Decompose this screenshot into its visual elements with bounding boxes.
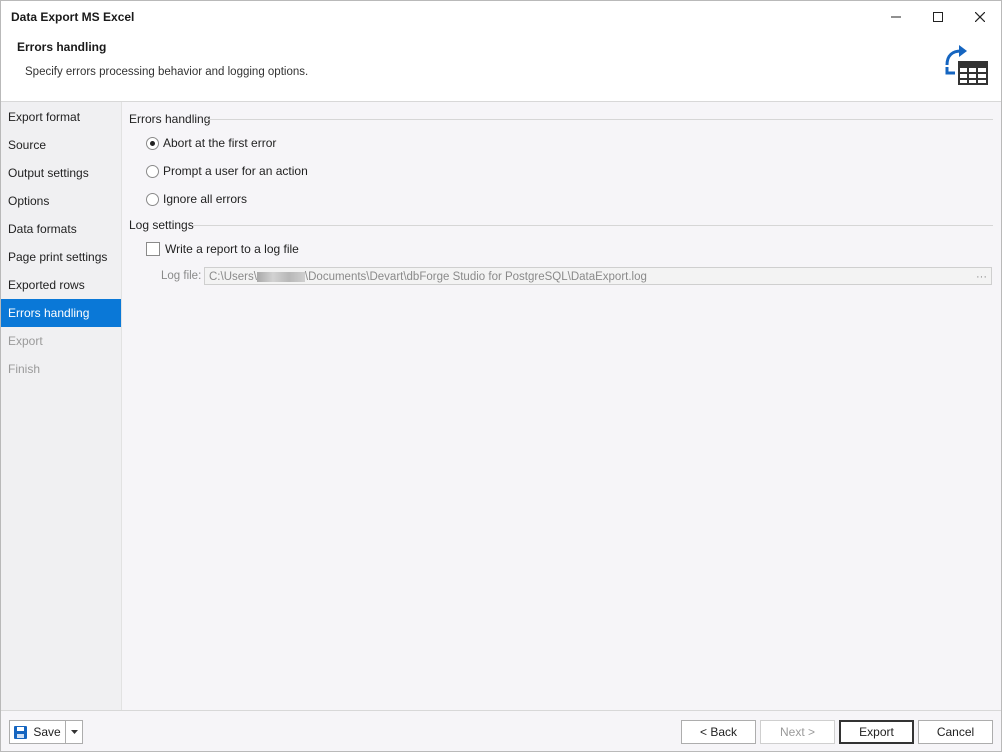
sidebar-item-exported-rows[interactable]: Exported rows — [1, 271, 121, 299]
next-button: Next > — [760, 720, 835, 744]
sidebar-item-finish: Finish — [8, 362, 41, 376]
export-wizard-window: Data Export MS Excel Errors handling Spe… — [0, 0, 1002, 752]
save-button[interactable]: Save — [9, 720, 66, 744]
prompt-user-option[interactable]: Prompt a user for an action — [146, 162, 308, 180]
cancel-button[interactable]: Cancel — [918, 720, 993, 744]
back-button[interactable]: < Back — [681, 720, 756, 744]
chevron-down-icon — [70, 730, 78, 734]
close-icon — [975, 12, 985, 22]
sidebar-item-options[interactable]: Options — [1, 187, 121, 215]
save-dropdown-button[interactable] — [65, 720, 83, 744]
wizard-footer: Save < Back Next > Export Cancel — [1, 710, 1001, 751]
sidebar-item-data-formats[interactable]: Data formats — [1, 215, 121, 243]
sidebar-item-output-settings[interactable]: Output settings — [1, 159, 121, 187]
sidebar-item-export: Export — [8, 334, 43, 348]
errors-handling-group-label: Errors handling — [129, 112, 211, 126]
window-title: Data Export MS Excel — [11, 10, 135, 24]
maximize-button[interactable] — [917, 1, 959, 33]
ignore-all-errors-option[interactable]: Ignore all errors — [146, 190, 247, 208]
log-settings-divider — [192, 225, 993, 226]
maximize-icon — [933, 12, 943, 22]
prompt-user-label: Prompt a user for an action — [163, 164, 308, 178]
browse-button: ··· — [976, 271, 987, 283]
close-button[interactable] — [959, 1, 1001, 33]
sidebar-item-page-print-settings[interactable]: Page print settings — [1, 243, 121, 271]
sidebar-item-source[interactable]: Source — [1, 131, 121, 159]
wizard-header: Errors handling Specify errors processin… — [1, 33, 1001, 102]
sidebar-item-errors-handling[interactable]: Errors handling — [1, 299, 121, 327]
export-table-icon — [945, 45, 988, 85]
log-file-label: Log file: — [161, 270, 202, 282]
minimize-button[interactable] — [875, 1, 917, 33]
sidebar-item-export-format[interactable]: Export format — [1, 103, 121, 131]
write-report-checkbox[interactable] — [146, 242, 160, 256]
minimize-icon — [891, 16, 901, 18]
save-icon — [14, 725, 28, 739]
abort-first-error-option[interactable]: Abort at the first error — [146, 134, 276, 152]
errors-handling-divider — [206, 119, 993, 120]
log-file-path-suffix: \Documents\Devart\dbForge Studio for Pos… — [304, 271, 647, 283]
write-report-label: Write a report to a log file — [165, 242, 299, 256]
redacted-username — [256, 271, 305, 282]
save-button-label: Save — [33, 725, 61, 739]
abort-first-error-label: Abort at the first error — [163, 136, 277, 150]
log-file-path-prefix: C:\Users\ — [209, 271, 257, 283]
log-settings-group-label: Log settings — [129, 218, 194, 232]
wizard-steps-sidebar: Export format Source Output settings Opt… — [1, 102, 122, 710]
page-description: Specify errors processing behavior and l… — [25, 66, 309, 78]
write-report-option[interactable]: Write a report to a log file — [146, 240, 299, 258]
wizard-content: Errors handling Abort at the first error… — [122, 102, 1001, 710]
radio-button[interactable] — [146, 192, 159, 206]
log-file-path-field: C:\Users\ \Documents\Devart\dbForge Studi… — [204, 267, 992, 285]
page-title: Errors handling — [17, 40, 107, 54]
title-bar: Data Export MS Excel — [1, 1, 1001, 33]
ignore-all-errors-label: Ignore all errors — [163, 192, 248, 206]
radio-button[interactable] — [146, 164, 159, 178]
export-button[interactable]: Export — [839, 720, 914, 744]
radio-button-selected[interactable] — [146, 136, 159, 150]
